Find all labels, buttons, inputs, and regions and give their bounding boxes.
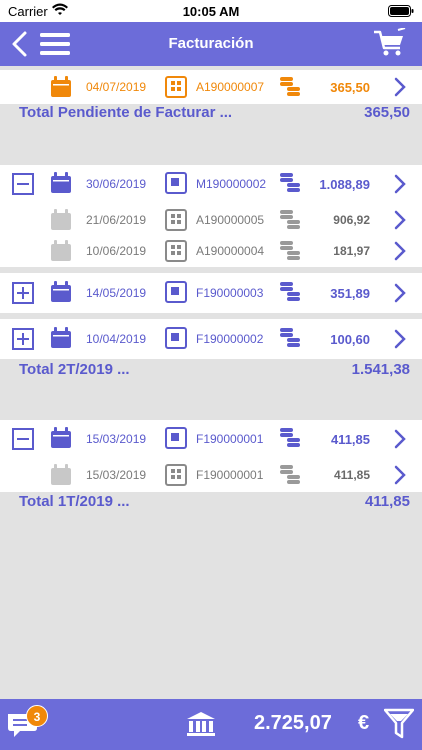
list-item[interactable]: 10/04/2019 F190000002 100,60 — [0, 319, 422, 359]
calendar-icon — [51, 172, 71, 193]
chevron-right-icon[interactable] — [394, 429, 406, 449]
row-date: 04/07/2019 — [86, 80, 147, 94]
total-pending-value: 365,50 — [364, 104, 410, 121]
chevron-right-icon[interactable] — [394, 241, 406, 261]
collapse-icon[interactable] — [12, 173, 34, 195]
bottom-bar: 3 2.725,07 € — [0, 699, 422, 750]
row-date: 14/05/2019 — [86, 286, 147, 300]
invoice-icon — [165, 327, 187, 349]
invoice-icon — [165, 281, 187, 303]
row-date: 10/06/2019 — [86, 244, 147, 258]
status-bar: Carrier 10:05 AM — [0, 0, 422, 22]
expand-icon[interactable] — [12, 282, 34, 304]
invoice-icon — [165, 209, 187, 231]
notification-badge: 3 — [26, 705, 48, 727]
currency-symbol: € — [358, 712, 370, 734]
chevron-right-icon[interactable] — [394, 174, 406, 194]
calendar-icon — [51, 209, 71, 230]
total-q1-value: 411,85 — [364, 493, 410, 510]
expand-icon[interactable] — [12, 328, 34, 350]
calendar-icon — [51, 427, 71, 448]
total-q1: Total 1T/2019 ... 411,85 — [0, 493, 422, 513]
collapse-icon[interactable] — [12, 428, 34, 450]
row-amount: 411,85 — [333, 468, 370, 482]
coins-icon — [280, 173, 300, 192]
coins-icon — [280, 282, 300, 301]
calendar-icon — [51, 327, 71, 348]
status-time: 10:05 AM — [182, 4, 240, 19]
total-q2: Total 2T/2019 ... 1.541,38 — [0, 361, 422, 381]
total-q2-label: Total 2T/2019 ... — [19, 361, 130, 378]
chevron-right-icon[interactable] — [394, 210, 406, 230]
row-doc-number: F190000001 — [196, 468, 264, 482]
row-date: 10/04/2019 — [86, 332, 147, 346]
row-amount: 351,89 — [330, 286, 370, 301]
page-title: Facturación — [168, 35, 254, 52]
row-doc-number: F190000001 — [196, 432, 264, 446]
coins-icon — [280, 465, 300, 484]
row-amount: 365,50 — [330, 80, 370, 95]
grand-total: 2.725,07 — [254, 712, 332, 734]
invoice-icon — [165, 240, 187, 262]
coins-icon — [280, 77, 300, 96]
row-date: 21/06/2019 — [86, 213, 147, 227]
row-amount: 1.088,89 — [319, 177, 370, 192]
chevron-right-icon[interactable] — [394, 465, 406, 485]
cart-icon[interactable] — [372, 28, 406, 58]
total-q1-label: Total 1T/2019 ... — [19, 493, 130, 510]
row-doc-number: M190000002 — [196, 177, 267, 191]
bank-icon[interactable] — [186, 711, 216, 737]
row-date: 15/03/2019 — [86, 468, 147, 482]
total-pending: Total Pendiente de Facturar ... 365,50 — [0, 104, 422, 124]
coins-icon — [280, 328, 300, 347]
filter-icon[interactable] — [384, 708, 414, 740]
chevron-right-icon[interactable] — [394, 77, 406, 97]
row-doc-number: A190000005 — [196, 213, 265, 227]
row-amount: 411,85 — [330, 432, 370, 447]
row-amount: 100,60 — [330, 332, 370, 347]
coins-icon — [280, 241, 300, 260]
coins-icon — [280, 210, 300, 229]
list-item[interactable]: 30/06/2019 M190000002 1.088,89 21/06/201… — [0, 165, 422, 267]
row-doc-number: A190000007 — [196, 80, 265, 94]
total-pending-label: Total Pendiente de Facturar ... — [19, 104, 233, 121]
invoice-icon — [165, 427, 187, 449]
invoice-icon — [165, 172, 187, 194]
calendar-icon — [51, 240, 71, 261]
calendar-icon — [51, 464, 71, 485]
row-amount: 181,97 — [333, 244, 370, 258]
invoice-icon — [165, 76, 187, 98]
list-item[interactable]: 04/07/2019 A190000007 365,50 — [0, 70, 422, 104]
calendar-icon — [51, 76, 71, 97]
chevron-right-icon[interactable] — [394, 329, 406, 349]
chevron-right-icon[interactable] — [394, 283, 406, 303]
navbar: Facturación — [0, 22, 422, 66]
calendar-icon — [51, 281, 71, 302]
coins-icon — [280, 428, 300, 447]
row-doc-number: F190000003 — [196, 286, 264, 300]
row-date: 15/03/2019 — [86, 432, 147, 446]
list-item[interactable]: 14/05/2019 F190000003 351,89 — [0, 273, 422, 313]
invoice-icon — [165, 464, 187, 486]
row-amount: 906,92 — [333, 213, 370, 227]
row-date: 30/06/2019 — [86, 177, 147, 191]
list-item[interactable]: 15/03/2019 F190000001 411,85 15/03/2019 … — [0, 420, 422, 492]
row-doc-number: F190000002 — [196, 332, 264, 346]
total-q2-value: 1.541,38 — [351, 361, 410, 378]
row-doc-number: A190000004 — [196, 244, 265, 258]
battery-icon — [388, 5, 414, 17]
